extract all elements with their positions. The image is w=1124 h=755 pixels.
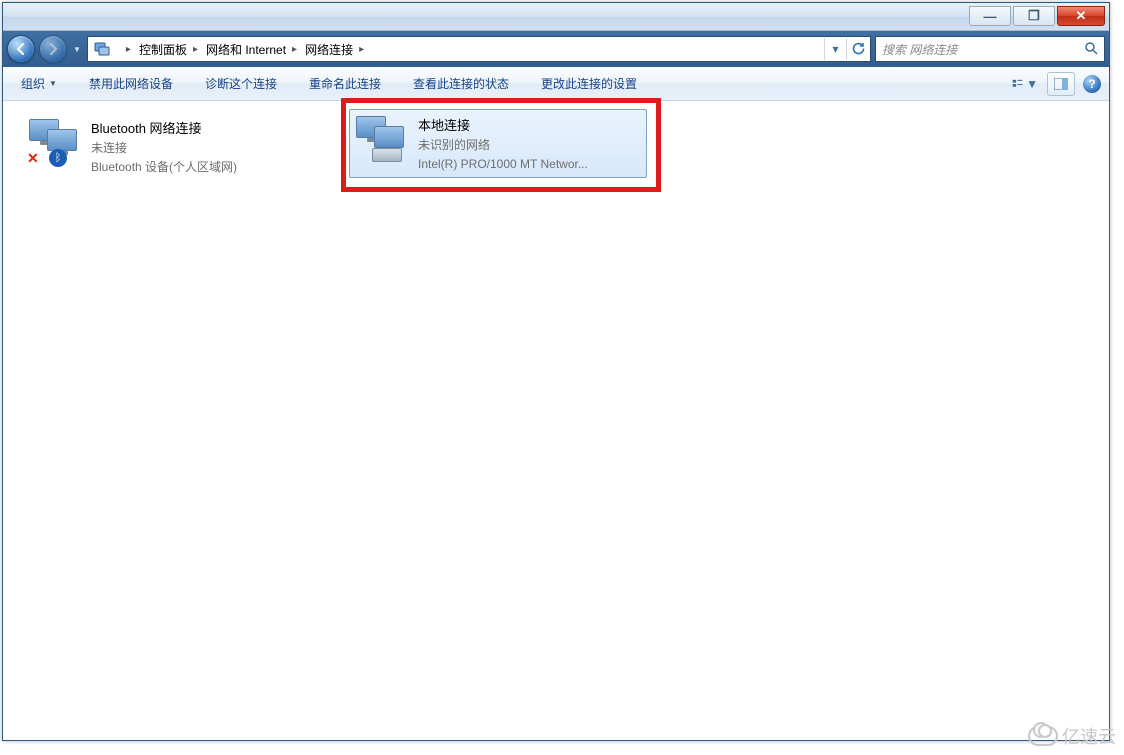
preview-pane-button[interactable] bbox=[1047, 72, 1075, 96]
search-placeholder: 搜索 网络连接 bbox=[882, 41, 957, 58]
breadcrumb-network-connections[interactable]: 网络连接▸ bbox=[301, 37, 368, 61]
disconnected-icon: ✕ bbox=[27, 150, 39, 167]
connection-bluetooth[interactable]: ✕ ᛒ Bluetooth 网络连接 未连接 Bluetooth 设备(个人区域… bbox=[23, 113, 323, 180]
connection-status: 未识别的网络 bbox=[418, 136, 588, 155]
rename-button[interactable]: 重命名此连接 bbox=[299, 71, 391, 96]
location-icon bbox=[94, 40, 112, 58]
view-status-button[interactable]: 查看此连接的状态 bbox=[403, 71, 519, 96]
connection-title: 本地连接 bbox=[418, 116, 588, 136]
back-button[interactable] bbox=[7, 35, 35, 63]
connection-status: 未连接 bbox=[91, 139, 237, 158]
search-icon[interactable] bbox=[1084, 41, 1098, 58]
help-button[interactable]: ? bbox=[1083, 75, 1101, 93]
minimize-button[interactable]: — bbox=[969, 6, 1011, 26]
change-settings-button[interactable]: 更改此连接的设置 bbox=[531, 71, 647, 96]
connection-local-area[interactable]: 本地连接 未识别的网络 Intel(R) PRO/1000 MT Networ.… bbox=[349, 109, 647, 178]
content-area: ✕ ᛒ Bluetooth 网络连接 未连接 Bluetooth 设备(个人区域… bbox=[3, 101, 1109, 740]
breadcrumb-label: 网络和 Internet bbox=[206, 41, 286, 58]
refresh-button[interactable] bbox=[846, 38, 868, 60]
organize-menu[interactable]: 组织▼ bbox=[11, 71, 67, 96]
lan-connection-icon bbox=[354, 114, 410, 162]
organize-label: 组织 bbox=[21, 75, 45, 92]
nic-icon bbox=[372, 148, 402, 162]
bluetooth-connection-icon: ✕ ᛒ bbox=[27, 117, 83, 165]
search-input[interactable]: 搜索 网络连接 bbox=[875, 36, 1105, 62]
breadcrumb-network-internet[interactable]: 网络和 Internet▸ bbox=[202, 37, 301, 61]
breadcrumb-label: 控制面板 bbox=[139, 41, 187, 58]
forward-button[interactable] bbox=[39, 35, 67, 63]
title-bar[interactable]: — ❐ ✕ bbox=[3, 3, 1109, 31]
bluetooth-icon: ᛒ bbox=[49, 149, 67, 167]
nav-history-dropdown[interactable]: ▼ bbox=[73, 45, 81, 54]
disable-device-button[interactable]: 禁用此网络设备 bbox=[79, 71, 183, 96]
command-bar: 组织▼ 禁用此网络设备 诊断这个连接 重命名此连接 查看此连接的状态 更改此连接… bbox=[3, 67, 1109, 101]
breadcrumb-root-arrow[interactable]: ▸ bbox=[116, 37, 135, 61]
connection-title: Bluetooth 网络连接 bbox=[91, 119, 237, 139]
close-button[interactable]: ✕ bbox=[1057, 6, 1105, 26]
address-bar[interactable]: ▸ 控制面板▸ 网络和 Internet▸ 网络连接▸ ▾ bbox=[87, 36, 871, 62]
cloud-icon bbox=[1028, 726, 1058, 746]
diagnose-button[interactable]: 诊断这个连接 bbox=[195, 71, 287, 96]
breadcrumb-control-panel[interactable]: 控制面板▸ bbox=[135, 37, 202, 61]
nav-bar: ▼ ▸ 控制面板▸ 网络和 Internet▸ 网络连接▸ ▾ 搜索 网络连接 bbox=[3, 31, 1109, 67]
explorer-window: — ❐ ✕ ▼ ▸ 控制面板▸ 网络和 Internet▸ 网络连接▸ ▾ bbox=[2, 2, 1110, 741]
connection-device: Bluetooth 设备(个人区域网) bbox=[91, 158, 237, 177]
watermark: 亿速云 bbox=[1028, 723, 1116, 749]
view-options-button[interactable]: ▼ bbox=[1011, 72, 1039, 96]
watermark-text: 亿速云 bbox=[1062, 723, 1116, 749]
maximize-button[interactable]: ❐ bbox=[1013, 6, 1055, 26]
connection-device: Intel(R) PRO/1000 MT Networ... bbox=[418, 155, 588, 174]
address-dropdown[interactable]: ▾ bbox=[824, 38, 846, 60]
breadcrumb-label: 网络连接 bbox=[305, 41, 353, 58]
